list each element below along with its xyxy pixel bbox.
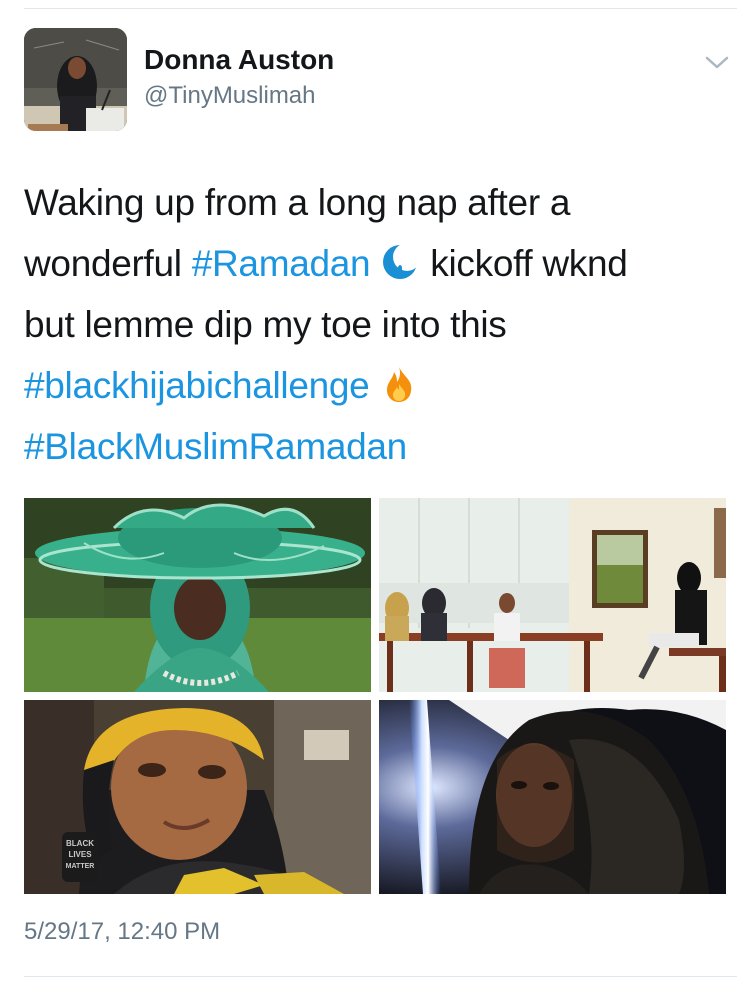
chevron-down-icon[interactable] [704, 52, 730, 72]
media-photo-3[interactable]: BLACK LIVES MATTER [24, 700, 371, 894]
tweet-line-3: but lemme dip my toe into this [24, 304, 507, 345]
photo-hooded-figure-lightsaber [379, 700, 726, 894]
tweet-timestamp[interactable]: 5/29/17, 12:40 PM [24, 918, 220, 946]
tweet-line-5: #BlackMuslimRamadan [24, 416, 724, 477]
tweet-line-1: Waking up from a long nap after a [24, 182, 571, 223]
tweet-line-4: #blackhijabichallenge [24, 355, 724, 416]
media-photo-4[interactable] [379, 700, 726, 894]
crescent-moon-mosque-icon [383, 243, 421, 280]
svg-text:BLACK: BLACK [66, 839, 94, 848]
author-avatar[interactable] [24, 28, 127, 131]
tweet-line-2: wonderful #Ramadan kickoff wknd [24, 243, 628, 284]
photo-selfie-yellow-headwrap: BLACK LIVES MATTER [24, 700, 371, 894]
fire-icon [387, 367, 412, 403]
svg-text:MATTER: MATTER [66, 863, 95, 870]
media-photo-1[interactable] [24, 498, 371, 692]
tweet-text: Waking up from a long nap after a wonder… [24, 172, 724, 477]
author-display-name[interactable]: Donna Auston [144, 44, 334, 76]
author-handle[interactable]: @TinyMuslimah [144, 82, 316, 110]
media-photo-2[interactable] [379, 498, 726, 692]
top-divider [24, 8, 737, 9]
hashtag-blackhijabichallenge[interactable]: #blackhijabichallenge [24, 365, 370, 406]
photo-panel-discussion [379, 498, 726, 692]
svg-text:LIVES: LIVES [68, 850, 92, 859]
hashtag-blackmuslimramadan[interactable]: #BlackMuslimRamadan [24, 426, 407, 467]
photo-green-hat-portrait [24, 498, 371, 692]
avatar-photo [24, 28, 127, 131]
bottom-divider [24, 976, 737, 977]
hashtag-ramadan[interactable]: #Ramadan [192, 243, 371, 284]
